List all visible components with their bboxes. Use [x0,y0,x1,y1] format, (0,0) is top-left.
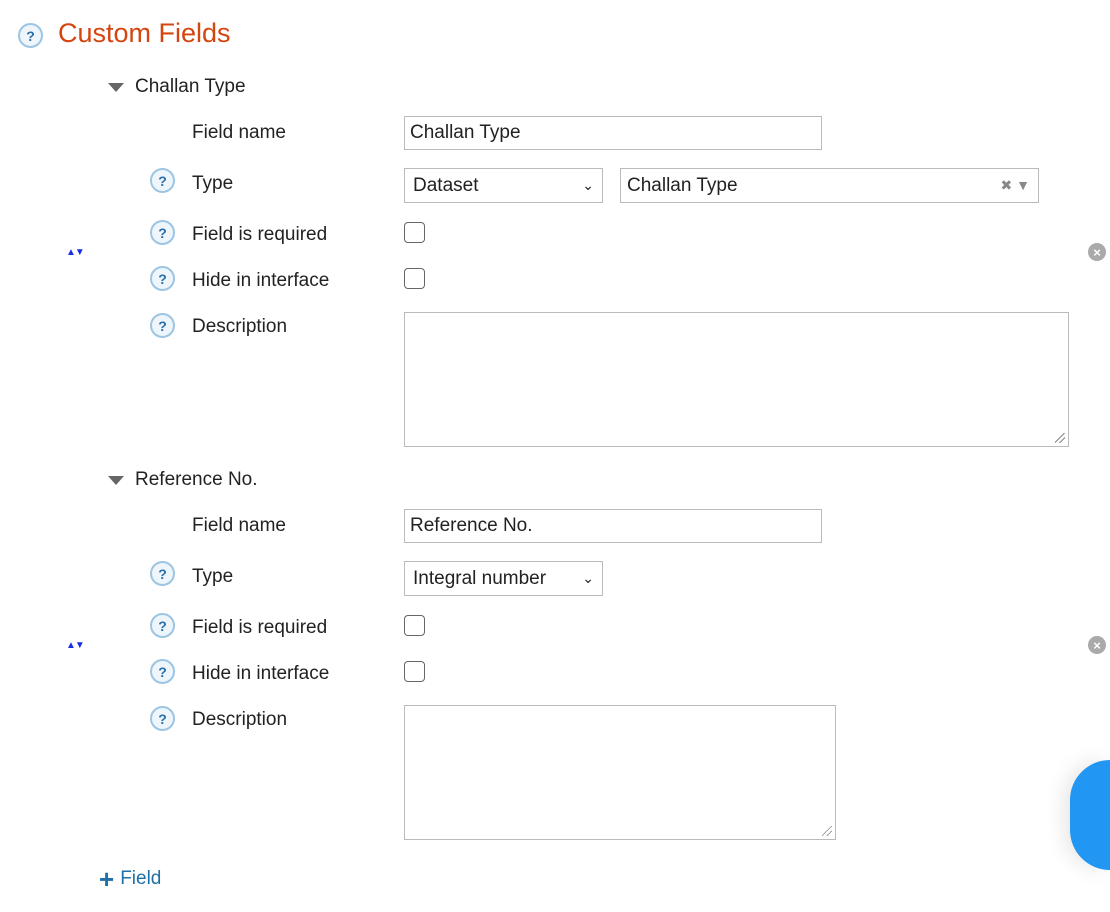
type-label: Type [192,173,234,194]
dataset-select[interactable]: Challan Type ✖ ▼ [620,168,1039,203]
chevron-down-icon: ⌄ [582,177,594,193]
caret-down-icon[interactable]: ▼ [1016,177,1030,193]
field-name-label: Field name [192,515,286,536]
required-checkbox[interactable] [404,222,425,243]
description-label: Description [192,316,288,337]
clear-icon[interactable]: ✖ [1001,177,1013,193]
add-field-link[interactable]: + Field [99,866,161,892]
remove-field-icon[interactable]: × [1088,636,1106,654]
help-icon[interactable]: ? [150,659,175,684]
help-icon[interactable]: ? [150,613,175,638]
reorder-arrows-icon[interactable]: ▲▼ [66,640,85,651]
field-section-title[interactable]: Reference No. [135,469,258,491]
required-checkbox[interactable] [404,615,425,636]
plus-icon: + [99,864,115,894]
help-icon[interactable]: ? [150,706,175,731]
type-select-value: Dataset [413,174,479,196]
type-select[interactable]: Integral number ⌄ [404,561,603,596]
reorder-arrows-icon[interactable]: ▲▼ [66,247,85,258]
collapse-triangle-icon[interactable] [108,83,124,92]
help-icon[interactable]: ? [150,168,175,193]
field-name-input[interactable]: Challan Type [404,116,822,150]
type-select[interactable]: Dataset ⌄ [404,168,603,203]
help-icon[interactable]: ? [150,220,175,245]
type-label: Type [192,566,234,587]
remove-field-icon[interactable]: × [1088,243,1106,261]
add-field-label: Field [120,868,162,889]
type-select-value: Integral number [413,567,547,589]
field-section-title[interactable]: Challan Type [135,76,246,98]
dataset-select-value: Challan Type [627,174,738,196]
custom-field-challan-type: Challan Type Field name Challan Type ? T… [0,0,1110,447]
field-name-label: Field name [192,122,286,143]
required-label: Field is required [192,617,328,638]
help-icon[interactable]: ? [150,561,175,586]
description-textarea[interactable] [404,705,836,840]
field-name-input[interactable]: Reference No. [404,509,822,543]
hide-label: Hide in interface [192,270,330,291]
description-label: Description [192,709,288,730]
help-icon[interactable]: ? [150,266,175,291]
required-label: Field is required [192,224,328,245]
chevron-down-icon: ⌄ [582,570,594,586]
hide-checkbox[interactable] [404,268,425,289]
collapse-triangle-icon[interactable] [108,476,124,485]
hide-label: Hide in interface [192,663,330,684]
chat-fab-button[interactable] [1070,760,1110,870]
custom-field-reference-no: Reference No. Field name Reference No. ?… [0,393,1110,840]
hide-checkbox[interactable] [404,661,425,682]
help-icon[interactable]: ? [150,313,175,338]
